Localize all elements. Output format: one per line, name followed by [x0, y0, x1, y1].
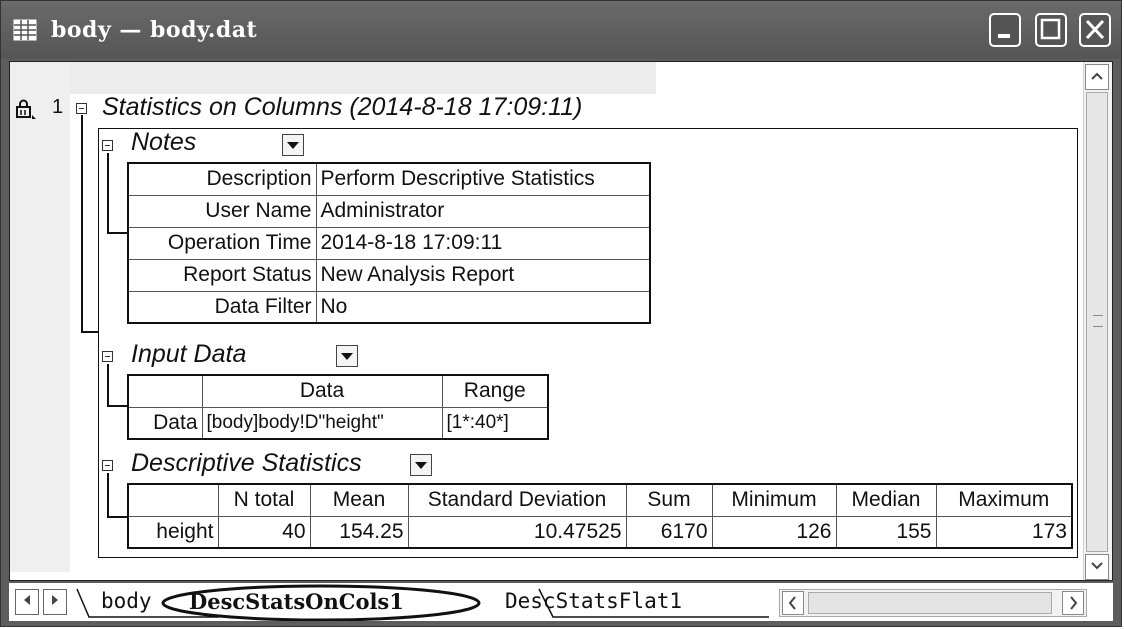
row-header-gutter [10, 62, 70, 572]
header-band [70, 62, 656, 94]
close-button[interactable] [1079, 13, 1111, 47]
sheet-tab-bar: body DescStatsOnCols1 DescStatsFlat1 [9, 583, 1113, 621]
column-header: Sum [625, 483, 713, 517]
blank-header-cell [127, 374, 203, 408]
scroll-down-button[interactable] [1085, 554, 1109, 580]
scroll-up-button[interactable] [1085, 64, 1109, 90]
descriptive-heading: Descriptive Statistics [131, 449, 362, 477]
table-row: Data Filter No [127, 290, 651, 324]
row-number: 1 [52, 96, 64, 118]
descriptive-stats-table: N total Mean Standard Deviation Sum Mini… [127, 483, 1073, 549]
column-header: Minimum [711, 483, 837, 517]
notes-label: Operation Time [127, 226, 317, 260]
chevron-up-icon [1091, 72, 1103, 80]
table-row: Data Range [127, 374, 549, 408]
chevron-left-icon [788, 596, 796, 610]
triangle-left-icon [24, 595, 30, 605]
notes-label: Description [127, 162, 317, 196]
notes-label: Report Status [127, 258, 317, 292]
report-sheet: 1 Statistics on Columns (2014-8-18 17:09… [9, 61, 1113, 581]
chevron-right-icon [1070, 596, 1078, 610]
row-label: Data [127, 406, 203, 440]
column-header: Median [835, 483, 937, 517]
table-row: N total Mean Standard Deviation Sum Mini… [127, 483, 1073, 517]
stat-cell[interactable]: 126 [711, 515, 837, 549]
triangle-right-icon [52, 595, 58, 605]
tab-scroll-right-button[interactable] [43, 589, 67, 615]
column-header: N total [217, 483, 311, 517]
row-label: height [127, 515, 219, 549]
collapse-descriptive-toggle[interactable] [102, 460, 113, 471]
column-header: Mean [309, 483, 409, 517]
descriptive-dropdown-button[interactable] [410, 454, 432, 476]
scroll-thumb[interactable] [1086, 92, 1108, 552]
tab-descstatsflat1[interactable]: DescStatsFlat1 [505, 589, 682, 613]
minimize-button[interactable] [989, 13, 1021, 47]
tree-line [81, 331, 99, 333]
maximize-button[interactable] [1035, 13, 1067, 47]
sheet-grid-icon [13, 19, 37, 41]
range-cell[interactable]: [1*:40*] [441, 406, 549, 440]
close-icon [1085, 19, 1105, 40]
column-header: Data [201, 374, 443, 408]
vertical-scrollbar[interactable] [1083, 62, 1112, 580]
maximize-icon [1040, 18, 1061, 40]
stat-cell[interactable]: 173 [935, 515, 1073, 549]
stat-cell[interactable]: 155 [835, 515, 937, 549]
tab-descstatsoncols1[interactable]: DescStatsOnCols1 [189, 589, 404, 614]
blank-header-cell [127, 483, 219, 517]
scroll-right-button[interactable] [1062, 591, 1084, 615]
stat-cell[interactable]: 10.47525 [407, 515, 627, 549]
notes-heading: Notes [131, 128, 197, 156]
table-row: height 40 154.25 10.47525 6170 126 155 1… [127, 515, 1073, 549]
horizontal-scrollbar[interactable] [779, 589, 1087, 617]
notes-label: User Name [127, 194, 317, 228]
notes-value[interactable]: No [315, 290, 651, 324]
grip-icon [1093, 315, 1103, 327]
data-cell[interactable]: [body]body!D"height" [201, 406, 443, 440]
chevron-down-icon [1091, 562, 1103, 570]
workbook-window: body — body.dat 1 Statistics on Columns … [0, 0, 1122, 627]
notes-label: Data Filter [127, 290, 317, 324]
stat-cell[interactable]: 40 [217, 515, 311, 549]
lock-icon[interactable] [14, 98, 38, 120]
column-header: Maximum [935, 483, 1073, 517]
table-row: Report Status New Analysis Report [127, 258, 651, 292]
tab-body[interactable]: body [101, 589, 152, 613]
table-row: User Name Administrator [127, 194, 651, 228]
horizontal-scroll-thumb[interactable] [808, 592, 1052, 614]
stat-cell[interactable]: 6170 [625, 515, 713, 549]
report-title: Statistics on Columns (2014-8-18 17:09:1… [102, 93, 583, 121]
notes-value[interactable]: Perform Descriptive Statistics [315, 162, 651, 196]
minimize-icon [998, 34, 1010, 38]
table-row: Description Perform Descriptive Statisti… [127, 162, 651, 196]
notes-table: Description Perform Descriptive Statisti… [127, 162, 651, 324]
notes-dropdown-button[interactable] [282, 134, 304, 156]
input-data-table: Data Range Data [body]body!D"height" [1*… [127, 374, 549, 440]
window-title: body — body.dat [51, 17, 258, 43]
input-data-dropdown-button[interactable] [336, 345, 358, 367]
column-header: Range [441, 374, 549, 408]
title-bar[interactable]: body — body.dat [1, 1, 1121, 59]
stat-cell[interactable]: 154.25 [309, 515, 409, 549]
notes-value[interactable]: Administrator [315, 194, 651, 228]
collapse-report-toggle[interactable] [76, 103, 87, 114]
notes-value[interactable]: 2014-8-18 17:09:11 [315, 226, 651, 260]
column-header: Standard Deviation [407, 483, 627, 517]
table-row: Operation Time 2014-8-18 17:09:11 [127, 226, 651, 260]
notes-value[interactable]: New Analysis Report [315, 258, 651, 292]
table-row: Data [body]body!D"height" [1*:40*] [127, 406, 549, 440]
collapse-input-data-toggle[interactable] [102, 351, 113, 362]
scroll-left-button[interactable] [782, 591, 804, 615]
input-data-heading: Input Data [131, 340, 247, 368]
tree-line [81, 115, 83, 333]
tab-scroll-left-button[interactable] [15, 589, 39, 615]
collapse-notes-toggle[interactable] [102, 140, 113, 151]
